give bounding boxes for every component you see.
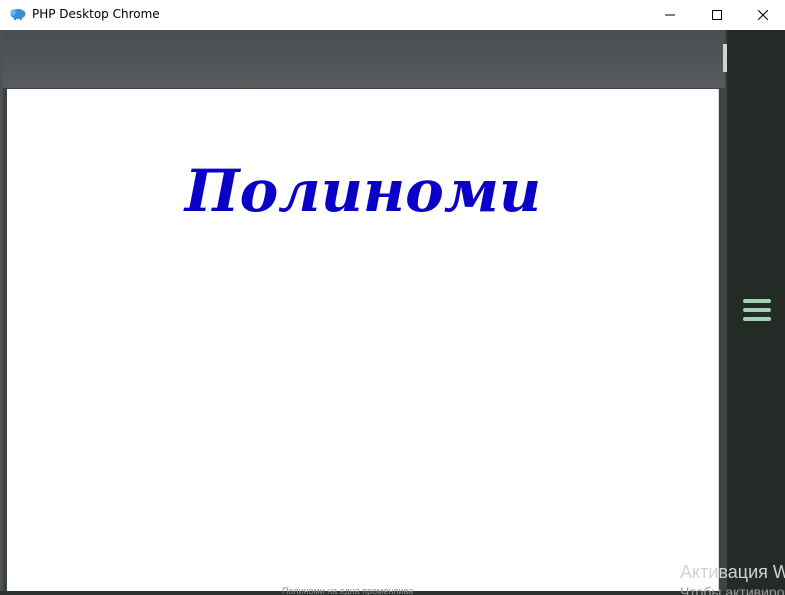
activation-watermark-title: Активация Windows — [680, 562, 785, 582]
close-icon — [758, 10, 768, 20]
page-heading: Полиноми — [184, 157, 542, 225]
window-titlebar[interactable]: PHP Desktop Chrome — [0, 0, 785, 30]
window-title: PHP Desktop Chrome — [32, 7, 160, 21]
page-header-band — [3, 30, 725, 88]
activation-watermark-subtitle: Чтобы активировать — [680, 584, 785, 595]
maximize-button[interactable] — [694, 0, 740, 30]
hamburger-line — [743, 308, 771, 312]
hamburger-menu-icon[interactable] — [743, 299, 771, 321]
minimize-icon — [665, 10, 675, 20]
close-button[interactable] — [740, 0, 785, 30]
php-elephant-icon — [9, 7, 27, 21]
content-panel: Полиноми — [7, 89, 719, 591]
hamburger-line — [743, 299, 771, 303]
window-left-border — [0, 30, 3, 595]
minimize-button[interactable] — [647, 0, 693, 30]
hamburger-line — [743, 317, 771, 321]
footer-text: Полиноми на една променлива — [282, 586, 414, 595]
maximize-icon — [712, 10, 722, 20]
